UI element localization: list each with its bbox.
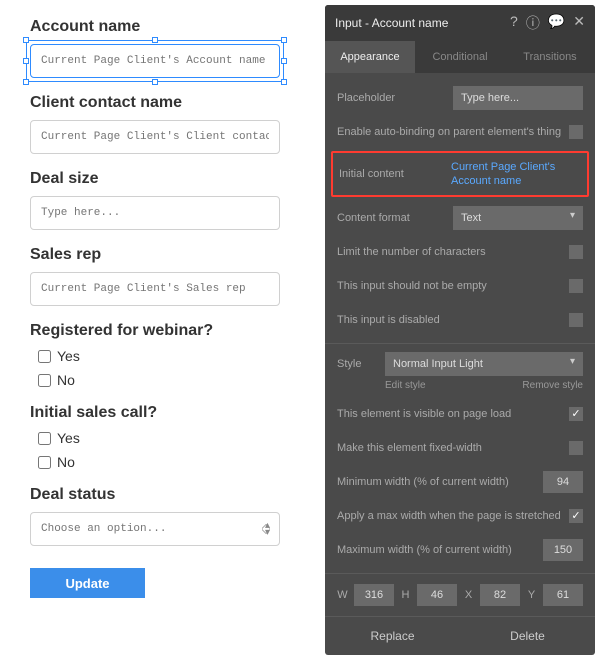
checkbox-visible[interactable] bbox=[569, 407, 583, 421]
label-sales-call: Initial sales call? bbox=[30, 404, 300, 422]
prop-autobind: Enable auto-binding on parent element's … bbox=[337, 117, 583, 147]
prop-not-empty: This input should not be empty bbox=[337, 271, 583, 301]
tab-conditional[interactable]: Conditional bbox=[415, 41, 505, 73]
input-y[interactable] bbox=[543, 584, 583, 606]
input-max-width[interactable] bbox=[543, 539, 583, 561]
checkbox-webinar-no[interactable]: No bbox=[38, 372, 300, 388]
input-min-width[interactable] bbox=[543, 471, 583, 493]
help-icon[interactable]: ? bbox=[510, 13, 518, 33]
close-icon[interactable]: ✕ bbox=[573, 13, 585, 33]
link-remove-style[interactable]: Remove style bbox=[522, 380, 583, 391]
field-sales-call: Initial sales call? Yes No bbox=[30, 404, 300, 470]
label-webinar: Registered for webinar? bbox=[30, 322, 300, 340]
checkbox-autobind[interactable] bbox=[569, 125, 583, 139]
panel-header[interactable]: Input - Account name ? ⓘ 💬 ✕ bbox=[325, 5, 595, 41]
label-deal-status: Deal status bbox=[30, 486, 300, 504]
prop-visible: This element is visible on page load bbox=[337, 399, 583, 429]
property-panel: Input - Account name ? ⓘ 💬 ✕ Appearance … bbox=[325, 5, 595, 655]
form-builder-canvas: Account name Client contact name Deal si… bbox=[30, 18, 300, 598]
checkbox-webinar-yes[interactable]: Yes bbox=[38, 348, 300, 364]
panel-footer: Replace Delete bbox=[325, 616, 595, 655]
checkbox-call-no[interactable]: No bbox=[38, 454, 300, 470]
select-content-format[interactable] bbox=[453, 206, 583, 230]
field-account-name: Account name bbox=[30, 18, 300, 78]
select-deal-status[interactable] bbox=[30, 512, 280, 546]
input-sales-rep[interactable] bbox=[30, 272, 280, 306]
link-initial-content[interactable]: Current Page Client's Account name bbox=[451, 160, 581, 189]
delete-button[interactable]: Delete bbox=[460, 617, 595, 655]
input-x[interactable] bbox=[480, 584, 520, 606]
prop-limit-chars: Limit the number of characters bbox=[337, 237, 583, 267]
update-button[interactable]: Update bbox=[30, 568, 145, 598]
label-account-name: Account name bbox=[30, 18, 300, 36]
input-deal-size[interactable] bbox=[30, 196, 280, 230]
tab-transitions[interactable]: Transitions bbox=[505, 41, 595, 73]
link-edit-style[interactable]: Edit style bbox=[385, 380, 426, 391]
field-client-contact: Client contact name bbox=[30, 94, 300, 154]
panel-tabs: Appearance Conditional Transitions bbox=[325, 41, 595, 73]
prop-style: Style bbox=[337, 352, 583, 376]
tab-appearance[interactable]: Appearance bbox=[325, 41, 415, 73]
replace-button[interactable]: Replace bbox=[325, 617, 460, 655]
coords-row: W H X Y bbox=[337, 584, 583, 606]
prop-disabled: This input is disabled bbox=[337, 305, 583, 335]
prop-placeholder: Placeholder bbox=[337, 83, 583, 113]
checkbox-disabled[interactable] bbox=[569, 313, 583, 327]
checkbox-max-apply[interactable] bbox=[569, 509, 583, 523]
input-h[interactable] bbox=[417, 584, 457, 606]
field-deal-size: Deal size bbox=[30, 170, 300, 230]
label-client-contact: Client contact name bbox=[30, 94, 300, 112]
prop-fixed-width: Make this element fixed-width bbox=[337, 433, 583, 463]
checkbox-not-empty[interactable] bbox=[569, 279, 583, 293]
field-webinar: Registered for webinar? Yes No bbox=[30, 322, 300, 388]
checkbox-limit-chars[interactable] bbox=[569, 245, 583, 259]
label-sales-rep: Sales rep bbox=[30, 246, 300, 264]
input-w[interactable] bbox=[354, 584, 394, 606]
select-style[interactable] bbox=[385, 352, 583, 376]
label-deal-size: Deal size bbox=[30, 170, 300, 188]
field-sales-rep: Sales rep bbox=[30, 246, 300, 306]
prop-min-width: Minimum width (% of current width) bbox=[337, 467, 583, 497]
input-account-name[interactable] bbox=[30, 44, 280, 78]
panel-title: Input - Account name bbox=[335, 16, 448, 30]
input-prop-placeholder[interactable] bbox=[453, 86, 583, 110]
prop-initial-content-highlighted: Initial content Current Page Client's Ac… bbox=[331, 151, 589, 197]
info-icon[interactable]: ⓘ bbox=[526, 13, 540, 33]
field-deal-status: Deal status ▴▾ bbox=[30, 486, 300, 546]
prop-max-apply: Apply a max width when the page is stret… bbox=[337, 501, 583, 531]
prop-content-format: Content format bbox=[337, 203, 583, 233]
prop-max-width: Maximum width (% of current width) bbox=[337, 535, 583, 565]
input-client-contact[interactable] bbox=[30, 120, 280, 154]
comment-icon[interactable]: 💬 bbox=[548, 13, 565, 33]
checkbox-fixed-width[interactable] bbox=[569, 441, 583, 455]
checkbox-call-yes[interactable]: Yes bbox=[38, 430, 300, 446]
